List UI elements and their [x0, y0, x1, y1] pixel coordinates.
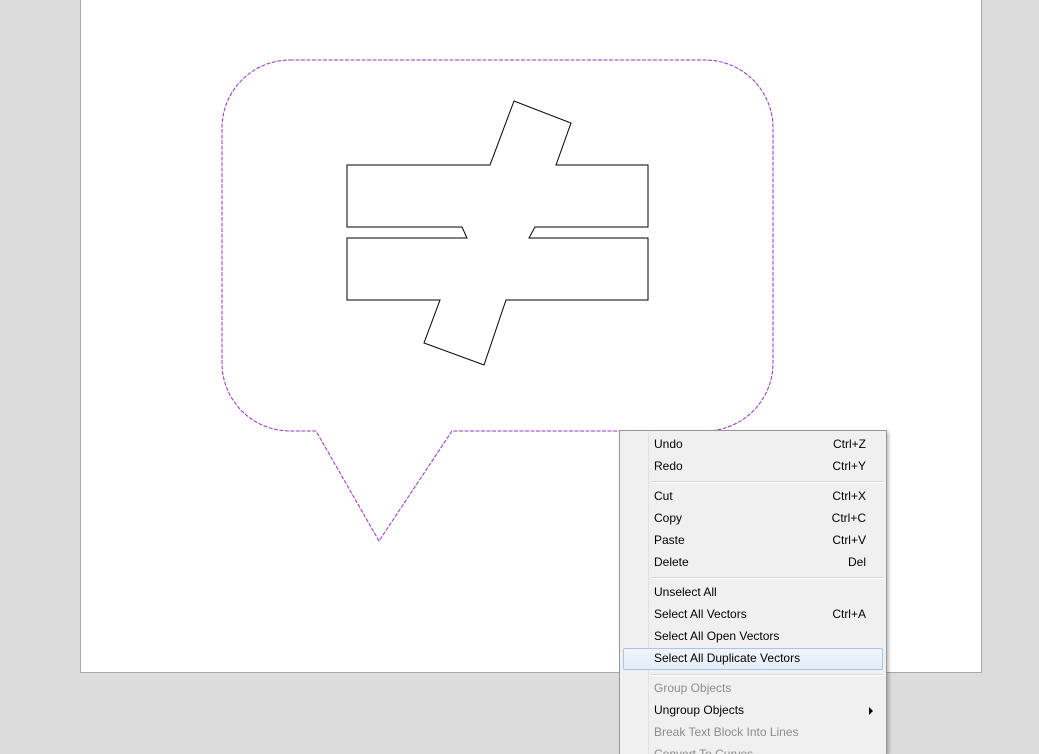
menu-item-group-objects[interactable]: Group Objects	[623, 678, 883, 698]
menu-item-copy[interactable]: Copy Ctrl+C	[623, 508, 883, 528]
menu-item-undo[interactable]: Undo Ctrl+Z	[623, 434, 883, 454]
menu-item-unselect-all[interactable]: Unselect All	[623, 582, 883, 602]
menu-item-shortcut: Ctrl+Y	[832, 459, 866, 473]
not-equal-symbol-vector[interactable]	[346, 100, 649, 366]
menu-item-select-all-vectors[interactable]: Select All Vectors Ctrl+A	[623, 604, 883, 624]
menu-item-shortcut: Ctrl+Z	[833, 437, 866, 451]
menu-item-shortcut: Ctrl+X	[832, 489, 866, 503]
menu-separator	[651, 481, 883, 483]
menu-item-cut[interactable]: Cut Ctrl+X	[623, 486, 883, 506]
menu-item-label: Select All Vectors	[654, 607, 747, 621]
menu-item-label: Unselect All	[654, 585, 717, 599]
menu-item-label: Copy	[654, 511, 683, 525]
menu-item-label: Select All Open Vectors	[654, 629, 780, 643]
menu-item-redo[interactable]: Redo Ctrl+Y	[623, 456, 883, 476]
menu-item-label: Convert To Curves	[654, 747, 754, 754]
submenu-arrow-icon	[869, 707, 873, 715]
menu-item-select-all-duplicate-vectors[interactable]: Select All Duplicate Vectors	[623, 648, 883, 670]
menu-item-label: Delete	[654, 555, 689, 569]
menu-item-shortcut: Ctrl+V	[832, 533, 866, 547]
menu-item-select-all-open-vectors[interactable]: Select All Open Vectors	[623, 626, 883, 646]
menu-separator	[651, 577, 883, 579]
menu-item-delete[interactable]: Delete Del	[623, 552, 883, 572]
menu-item-shortcut: Ctrl+C	[831, 511, 866, 525]
menu-item-shortcut: Del	[847, 555, 866, 569]
menu-item-break-text-block[interactable]: Break Text Block Into Lines	[623, 722, 883, 742]
menu-item-ungroup-objects[interactable]: Ungroup Objects	[623, 700, 883, 720]
menu-item-label: Redo	[654, 459, 683, 473]
menu-item-label: Break Text Block Into Lines	[654, 725, 799, 739]
menu-item-label: Ungroup Objects	[654, 703, 745, 717]
context-menu: Undo Ctrl+Z Redo Ctrl+Y Cut Ctrl+X Copy …	[619, 430, 887, 754]
menu-item-paste[interactable]: Paste Ctrl+V	[623, 530, 883, 550]
menu-item-label: Group Objects	[654, 681, 732, 695]
menu-item-label: Paste	[654, 533, 685, 547]
menu-item-label: Select All Duplicate Vectors	[654, 651, 801, 665]
menu-separator	[651, 674, 883, 676]
menu-item-convert-to-curves[interactable]: Convert To Curves	[623, 744, 883, 754]
menu-item-label: Undo	[654, 437, 683, 451]
menu-item-shortcut: Ctrl+A	[832, 607, 866, 621]
menu-item-label: Cut	[654, 489, 673, 503]
